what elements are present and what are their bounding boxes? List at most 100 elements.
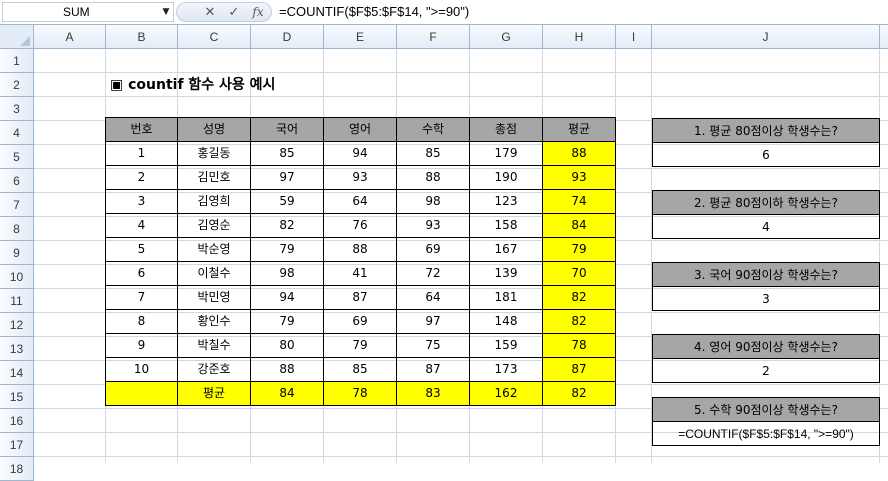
table-cell[interactable]: 이철수 bbox=[177, 261, 251, 286]
table-cell[interactable]: 82 bbox=[250, 213, 324, 238]
table-cell[interactable]: 강준호 bbox=[177, 357, 251, 382]
table-cell[interactable]: 93 bbox=[323, 165, 397, 190]
row-header-18[interactable]: 18 bbox=[0, 457, 34, 481]
table-header-cell[interactable]: 총점 bbox=[469, 117, 543, 142]
table-cell[interactable]: 88 bbox=[250, 357, 324, 382]
table-header-cell[interactable]: 영어 bbox=[323, 117, 397, 142]
table-header-cell[interactable]: 평균 bbox=[542, 117, 616, 142]
table-cell[interactable]: 김영순 bbox=[177, 213, 251, 238]
table-cell[interactable]: 123 bbox=[469, 189, 543, 214]
table-cell[interactable]: 167 bbox=[469, 237, 543, 262]
row-header-8[interactable]: 8 bbox=[0, 217, 34, 241]
column-header-a[interactable]: A bbox=[34, 25, 106, 49]
table-cell[interactable]: 69 bbox=[323, 309, 397, 334]
table-cell[interactable]: 59 bbox=[250, 189, 324, 214]
table-cell[interactable]: 3 bbox=[105, 189, 178, 214]
table-cell[interactable]: 93 bbox=[542, 165, 616, 190]
average-cell[interactable]: 83 bbox=[396, 381, 470, 406]
table-cell[interactable]: 5 bbox=[105, 237, 178, 262]
column-header-e[interactable]: E bbox=[324, 25, 397, 49]
question-label[interactable]: 2. 평균 80점이하 학생수는? bbox=[652, 190, 880, 215]
table-cell[interactable]: 88 bbox=[396, 165, 470, 190]
table-cell[interactable]: 69 bbox=[396, 237, 470, 262]
table-cell[interactable]: 98 bbox=[250, 261, 324, 286]
average-cell[interactable] bbox=[105, 381, 178, 406]
table-cell[interactable]: 78 bbox=[542, 333, 616, 358]
table-cell[interactable]: 87 bbox=[542, 357, 616, 382]
answer-cell[interactable]: 6 bbox=[652, 142, 880, 167]
table-header-cell[interactable]: 성명 bbox=[177, 117, 251, 142]
average-cell[interactable]: 78 bbox=[323, 381, 397, 406]
table-cell[interactable]: 179 bbox=[469, 141, 543, 166]
table-cell[interactable]: 8 bbox=[105, 309, 178, 334]
table-cell[interactable]: 10 bbox=[105, 357, 178, 382]
close-icon[interactable]: ✕ bbox=[201, 4, 219, 21]
table-cell[interactable]: 72 bbox=[396, 261, 470, 286]
table-cell[interactable]: 79 bbox=[250, 237, 324, 262]
table-cell[interactable]: 190 bbox=[469, 165, 543, 190]
table-cell[interactable]: 97 bbox=[250, 165, 324, 190]
table-cell[interactable]: 김영희 bbox=[177, 189, 251, 214]
table-header-cell[interactable]: 번호 bbox=[105, 117, 178, 142]
table-cell[interactable]: 97 bbox=[396, 309, 470, 334]
table-cell[interactable]: 84 bbox=[542, 213, 616, 238]
table-cell[interactable]: 4 bbox=[105, 213, 178, 238]
table-cell[interactable]: 159 bbox=[469, 333, 543, 358]
table-cell[interactable]: 76 bbox=[323, 213, 397, 238]
table-cell[interactable]: 94 bbox=[323, 141, 397, 166]
row-header-15[interactable]: 15 bbox=[0, 385, 34, 409]
table-cell[interactable]: 64 bbox=[396, 285, 470, 310]
table-cell[interactable]: 93 bbox=[396, 213, 470, 238]
table-cell[interactable]: 박순영 bbox=[177, 237, 251, 262]
question-label[interactable]: 3. 국어 90점이상 학생수는? bbox=[652, 262, 880, 287]
table-cell[interactable]: 85 bbox=[396, 141, 470, 166]
column-header-j[interactable]: J bbox=[652, 25, 880, 49]
table-cell[interactable]: 82 bbox=[542, 285, 616, 310]
column-header-b[interactable]: B bbox=[106, 25, 178, 49]
table-cell[interactable]: 박칠수 bbox=[177, 333, 251, 358]
table-cell[interactable]: 98 bbox=[396, 189, 470, 214]
question-label[interactable]: 1. 평균 80점이상 학생수는? bbox=[652, 118, 880, 143]
table-cell[interactable]: 황인수 bbox=[177, 309, 251, 334]
row-header-11[interactable]: 11 bbox=[0, 289, 34, 313]
row-header-13[interactable]: 13 bbox=[0, 337, 34, 361]
row-header-1[interactable]: 1 bbox=[0, 49, 34, 73]
table-cell[interactable]: 1 bbox=[105, 141, 178, 166]
column-header-f[interactable]: F bbox=[397, 25, 470, 49]
answer-cell[interactable]: 2 bbox=[652, 358, 880, 383]
column-header-h[interactable]: H bbox=[543, 25, 616, 49]
table-cell[interactable]: 2 bbox=[105, 165, 178, 190]
table-cell[interactable]: 75 bbox=[396, 333, 470, 358]
table-cell[interactable]: 87 bbox=[323, 285, 397, 310]
table-cell[interactable]: 6 bbox=[105, 261, 178, 286]
column-header-c[interactable]: C bbox=[178, 25, 251, 49]
average-cell[interactable]: 162 bbox=[469, 381, 543, 406]
table-cell[interactable]: 88 bbox=[542, 141, 616, 166]
answer-cell[interactable]: =COUNTIF($F$5:$F$14, ">=90") bbox=[652, 421, 880, 446]
table-cell[interactable]: 85 bbox=[323, 357, 397, 382]
table-cell[interactable]: 173 bbox=[469, 357, 543, 382]
row-header-17[interactable]: 17 bbox=[0, 433, 34, 457]
table-cell[interactable]: 85 bbox=[250, 141, 324, 166]
table-cell[interactable]: 148 bbox=[469, 309, 543, 334]
column-header-d[interactable]: D bbox=[251, 25, 324, 49]
average-cell[interactable]: 84 bbox=[250, 381, 324, 406]
table-cell[interactable]: 70 bbox=[542, 261, 616, 286]
average-cell[interactable]: 평균 bbox=[177, 381, 251, 406]
table-cell[interactable]: 김민호 bbox=[177, 165, 251, 190]
table-header-cell[interactable]: 수학 bbox=[396, 117, 470, 142]
table-cell[interactable]: 87 bbox=[396, 357, 470, 382]
table-cell[interactable]: 79 bbox=[323, 333, 397, 358]
formula-input[interactable]: =COUNTIF($F$5:$F$14, ">=90") bbox=[277, 2, 886, 22]
table-cell[interactable]: 80 bbox=[250, 333, 324, 358]
column-header-g[interactable]: G bbox=[470, 25, 543, 49]
row-header-14[interactable]: 14 bbox=[0, 361, 34, 385]
row-header-6[interactable]: 6 bbox=[0, 169, 34, 193]
row-header-16[interactable]: 16 bbox=[0, 409, 34, 433]
chevron-down-icon[interactable]: ▼ bbox=[160, 6, 172, 18]
row-header-5[interactable]: 5 bbox=[0, 145, 34, 169]
name-box[interactable]: SUM bbox=[2, 2, 174, 22]
column-header-i[interactable]: I bbox=[616, 25, 652, 49]
table-cell[interactable]: 181 bbox=[469, 285, 543, 310]
table-cell[interactable]: 82 bbox=[542, 309, 616, 334]
